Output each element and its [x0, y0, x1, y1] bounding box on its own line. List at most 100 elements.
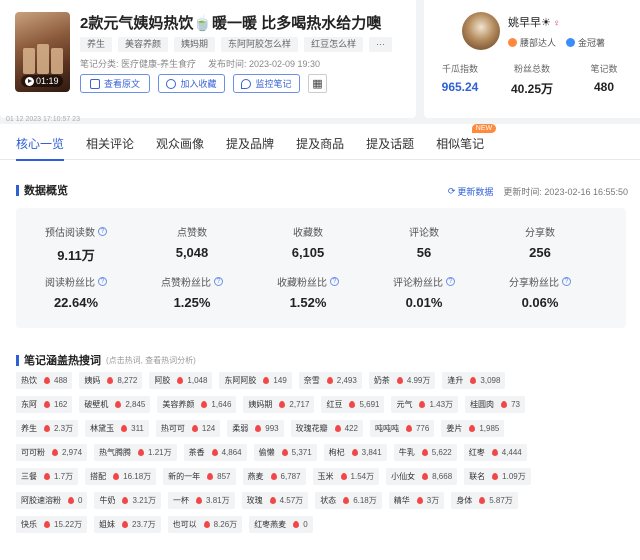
- keyword-chip[interactable]: 元气 1.43万: [391, 396, 459, 413]
- keyword-chip[interactable]: 三餐 1.7万: [16, 468, 79, 485]
- keyword-chip[interactable]: 可可粉 2,974: [16, 444, 88, 461]
- keyword-chip[interactable]: 联名 1.09万: [464, 468, 531, 485]
- keyword-chip[interactable]: 奈雪 2,493: [298, 372, 362, 389]
- keyword-text: 联名: [469, 472, 486, 481]
- keyword-chip[interactable]: 也可以 8.26万: [167, 516, 243, 533]
- metric-label: 收藏粉丝比?: [256, 274, 360, 289]
- keyword-chip[interactable]: 玉米 1.54万: [312, 468, 380, 485]
- keyword-chip[interactable]: 姐妹 23.7万: [94, 516, 161, 533]
- add-favorite-button[interactable]: 加入收藏: [158, 74, 225, 93]
- keyword-chip[interactable]: 一杯 3.81万: [168, 492, 235, 509]
- keyword-chip[interactable]: 快乐 15.22万: [16, 516, 88, 533]
- keyword-chip[interactable]: 红枣燕麦 0: [249, 516, 313, 533]
- keyword-chip[interactable]: 姜片 1,985: [441, 420, 505, 437]
- tab-core-overview[interactable]: 核心一览: [16, 124, 65, 161]
- metric-cell: 收藏数 6,105: [256, 224, 360, 260]
- keyword-chip[interactable]: 阿胶 1,048: [149, 372, 213, 389]
- note-thumbnail[interactable]: 01:19: [15, 12, 70, 92]
- note-tag[interactable]: 红豆怎么样: [304, 37, 364, 52]
- help-icon[interactable]: ?: [330, 277, 339, 286]
- keyword-chip[interactable]: 身体 5.87万: [451, 492, 518, 509]
- keyword-chip[interactable]: 燕麦 6,787: [242, 468, 306, 485]
- tab-mentioned-topics[interactable]: 提及话题: [366, 124, 414, 160]
- keyword-chip[interactable]: 桂圆肉 73: [465, 396, 525, 413]
- keyword-text: 状态: [320, 496, 337, 505]
- tab-mentioned-brands[interactable]: 提及品牌: [226, 124, 274, 160]
- keyword-chip[interactable]: 玫瑰 4.57万: [241, 492, 309, 509]
- qr-code-icon[interactable]: ▦: [308, 74, 327, 93]
- keyword-chip[interactable]: 姨妈 8,272: [79, 372, 143, 389]
- keyword-chip[interactable]: 热饮 488: [16, 372, 73, 389]
- keyword-chip[interactable]: 状态 6.18万: [315, 492, 382, 509]
- note-tag[interactable]: 姨妈期: [174, 37, 216, 52]
- keyword-count: 422: [344, 424, 358, 433]
- view-original-button[interactable]: 查看原文: [80, 74, 150, 93]
- keyword-chip[interactable]: 玫瑰花瓣 422: [290, 420, 363, 437]
- keyword-count: 1,985: [479, 424, 500, 433]
- keyword-text: 小仙女: [391, 472, 416, 481]
- author-name[interactable]: 姚早早☀ ♀: [508, 14, 560, 30]
- help-icon[interactable]: ?: [214, 277, 223, 286]
- flame-icon: [207, 473, 214, 480]
- flame-icon: [281, 449, 288, 456]
- keyword-chip[interactable]: 柔弱 993: [227, 420, 284, 437]
- metric-label-text: 分享数: [525, 228, 555, 239]
- keyword-chip[interactable]: 热气腾腾 1.21万: [94, 444, 177, 461]
- keyword-chip[interactable]: 茶香 4,864: [183, 444, 247, 461]
- keyword-chip[interactable]: 奶茶 4.99万: [368, 372, 436, 389]
- tab-related-comments[interactable]: 相关评论: [86, 124, 134, 160]
- keyword-chip[interactable]: 阿胶速溶粉 0: [16, 492, 88, 509]
- note-tag[interactable]: 东阿阿胶怎么样: [221, 37, 299, 52]
- help-icon[interactable]: ?: [98, 227, 107, 236]
- keyword-chip[interactable]: 牛乳 5,622: [393, 444, 457, 461]
- keyword-chip[interactable]: 美容养颜 1,646: [157, 396, 237, 413]
- keyword-chip[interactable]: 精华 3万: [388, 492, 445, 509]
- keyword-chip[interactable]: 逢升 3,098: [442, 372, 506, 389]
- help-icon[interactable]: ?: [98, 277, 107, 286]
- refresh-data-button[interactable]: ⟳ 更新数据: [448, 185, 494, 198]
- keyword-text: 阿胶: [154, 376, 171, 385]
- hot-keywords-title-text: 笔记涵盖热搜词: [24, 355, 101, 367]
- keyword-text: 热可可: [160, 424, 185, 433]
- monitor-note-button[interactable]: 监控笔记: [233, 74, 300, 93]
- note-tag[interactable]: ···: [369, 37, 393, 52]
- keyword-count: 4.57万: [279, 496, 304, 505]
- flame-icon: [340, 473, 347, 480]
- keyword-chip[interactable]: 枸杞 3,841: [323, 444, 387, 461]
- keyword-chip[interactable]: 养生 2.3万: [16, 420, 79, 437]
- metric-cell: 收藏粉丝比? 1.52%: [256, 274, 360, 310]
- note-tag[interactable]: 美容养颜: [118, 37, 169, 52]
- flame-icon: [115, 401, 122, 408]
- keyword-text: 牛乳: [398, 448, 415, 457]
- keyword-chip[interactable]: 破壁机 2,845: [79, 396, 151, 413]
- keyword-chip[interactable]: 热可可 124: [155, 420, 221, 437]
- keyword-chip[interactable]: 搭配 16.18万: [85, 468, 157, 485]
- avatar[interactable]: [462, 12, 500, 50]
- flame-icon: [203, 521, 210, 528]
- help-icon[interactable]: ?: [446, 277, 455, 286]
- keyword-count: 2,717: [289, 400, 310, 409]
- note-tags: 养生 美容养颜 姨妈期 东阿阿胶怎么样 红豆怎么样 ···: [80, 37, 393, 52]
- keyword-chip[interactable]: 红豆 5,691: [321, 396, 385, 413]
- tab-audience-profile[interactable]: 观众画像: [156, 124, 204, 160]
- metric-label: 阅读粉丝比?: [24, 274, 128, 289]
- keyword-chip[interactable]: 东阿 162: [16, 396, 73, 413]
- metric-cell: 阅读粉丝比? 22.64%: [24, 274, 128, 310]
- keyword-text: 偷懒: [258, 448, 275, 457]
- keyword-chip[interactable]: 小仙女 8,668: [386, 468, 458, 485]
- keyword-chip[interactable]: 新的一年 857: [163, 468, 236, 485]
- keyword-chip[interactable]: 吨吨吨 776: [369, 420, 435, 437]
- faint-overflow-text: 01 12 2023 17:10:57 23: [6, 116, 80, 123]
- keyword-chip[interactable]: 偷懒 5,371: [253, 444, 317, 461]
- keyword-chip[interactable]: 牛奶 3.21万: [94, 492, 162, 509]
- note-tag[interactable]: 养生: [80, 37, 113, 52]
- keyword-text: 逢升: [447, 376, 464, 385]
- tab-similar-notes[interactable]: 相似笔记 NEW: [436, 124, 497, 160]
- keyword-chip[interactable]: 东阿阿胶 149: [219, 372, 292, 389]
- keyword-chip[interactable]: 红枣 4,444: [463, 444, 527, 461]
- help-icon[interactable]: ?: [562, 277, 571, 286]
- keyword-chip[interactable]: 姨妈期 2,717: [243, 396, 315, 413]
- metric-label-text: 预估阅读数: [45, 228, 95, 239]
- tab-mentioned-products[interactable]: 提及商品: [296, 124, 344, 160]
- keyword-chip[interactable]: 林黛玉 311: [85, 420, 149, 437]
